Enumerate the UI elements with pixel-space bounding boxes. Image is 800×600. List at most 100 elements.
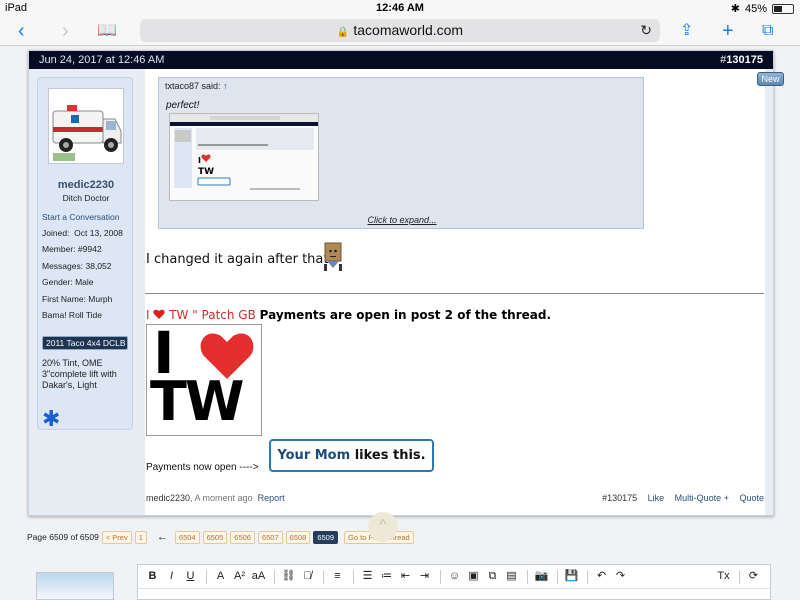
toggle-bbcode-icon[interactable]: ⟳ [745, 568, 762, 585]
remove-format-icon[interactable]: Tx [715, 568, 732, 585]
report-link[interactable]: Report [258, 493, 285, 503]
member-label: Member: [42, 244, 76, 254]
signature-link-prefix[interactable]: I [146, 308, 150, 322]
insert-icon[interactable]: ▤ [503, 568, 520, 585]
share-icon[interactable]: ⇪ [680, 19, 693, 43]
indent-icon[interactable]: ⇥ [416, 568, 433, 585]
firstname-value: Murph [88, 294, 113, 304]
bold-button[interactable]: B [144, 568, 161, 585]
battery-percent: 45% [744, 2, 767, 15]
joined-label: Joined: [42, 228, 70, 238]
url-text: tacomaworld.com [353, 22, 464, 38]
quote-attribution: txtaco87 said: ↑ [165, 81, 228, 91]
gender-value: Male [75, 277, 94, 287]
toolbar-separator [739, 569, 740, 584]
post-number[interactable]: #130175 [720, 51, 763, 69]
firstname-row: First Name: Murph [42, 294, 112, 304]
your-mom-likes-badge[interactable]: Your Mom likes this. [269, 439, 434, 472]
scroll-to-top-button[interactable]: ^ [368, 512, 398, 542]
page-button[interactable]: 6506 [230, 530, 255, 544]
first-page-button[interactable]: 1 [134, 530, 147, 544]
current-page-button[interactable]: 6509 [313, 530, 339, 544]
tabs-icon[interactable]: ⧉ [762, 19, 773, 43]
bullet-list-icon[interactable]: ☰ [359, 568, 376, 585]
underline-button[interactable]: U [182, 568, 199, 585]
signature-link-text[interactable]: TW " Patch GB [165, 308, 259, 322]
clock: 12:46 AM [376, 2, 424, 14]
signature-bold-text: Payments are open in post 2 of the threa… [259, 308, 552, 322]
like-link[interactable]: Like [648, 493, 665, 503]
toolbar-separator [557, 569, 558, 584]
page-jump-arrow[interactable]: ← [157, 531, 168, 543]
redo-icon[interactable]: ↷ [612, 568, 629, 585]
start-conversation-link[interactable]: Start a Conversation [42, 212, 119, 222]
i-heart-tw-image[interactable]: I TW [146, 319, 262, 436]
likes-this-text: likes this. [350, 448, 426, 463]
bookmarks-icon[interactable]: 📖 [97, 19, 117, 43]
footer-post-number[interactable]: #130175 [602, 493, 637, 503]
post-footer: medic2230, A moment ago Report #130175 Li… [145, 493, 764, 507]
reload-icon[interactable]: ↻ [640, 19, 652, 42]
chevron-up-icon: ^ [379, 517, 387, 534]
unlink-icon[interactable]: ⛓̸ [299, 568, 316, 585]
italic-button[interactable]: I [163, 568, 180, 585]
page-info: Page 6509 of 6509 [27, 532, 99, 542]
forum-post: Jun 24, 2017 at 12:46 AM #130175 medic22… [28, 50, 774, 516]
numbered-list-icon[interactable]: ≔ [378, 568, 395, 585]
prev-page-button[interactable]: < Prev [101, 530, 132, 544]
smilie-icon[interactable]: ☺ [446, 568, 463, 585]
page-button[interactable]: 6504 [174, 530, 200, 544]
back-icon[interactable]: ‹ [18, 19, 25, 43]
browser-toolbar: ‹ › 📖 🔒 tacomaworld.com ↻ ⇪ + ⧉ [0, 16, 800, 46]
post-header: Jun 24, 2017 at 12:46 AM #130175 [29, 51, 773, 69]
font-family-button[interactable]: aA [250, 568, 267, 585]
user-info-panel: medic2230 Ditch Doctor Start a Conversat… [37, 77, 133, 430]
location: Bama! Roll Tide [42, 310, 102, 320]
undo-icon[interactable]: ↶ [593, 568, 610, 585]
toolbar-separator [587, 569, 588, 584]
image-icon[interactable]: ▣ [465, 568, 482, 585]
paper-bag-smiley-icon [324, 242, 342, 271]
post-date: Jun 24, 2017 at 12:46 AM [39, 54, 165, 66]
member-value: #9942 [77, 244, 102, 254]
new-tab-icon[interactable]: + [722, 19, 734, 43]
save-draft-icon[interactable]: 💾 [563, 568, 580, 585]
member-row: Member: #9942 [42, 244, 102, 254]
align-icon[interactable]: ≡ [329, 568, 346, 585]
quote-block: txtaco87 said: ↑ perfect! I TW Click to … [158, 77, 644, 229]
page-button[interactable]: 6508 [285, 530, 311, 544]
quote-link[interactable]: Quote [739, 493, 764, 503]
address-bar[interactable]: 🔒 tacomaworld.com ↻ [140, 19, 660, 42]
toolbar-separator [440, 569, 441, 584]
battery-icon [772, 3, 794, 14]
toolbar-separator [274, 569, 275, 584]
ambulance-avatar-image [49, 89, 123, 163]
gender-row: Gender: Male [42, 277, 94, 287]
page-button[interactable]: 6507 [257, 530, 283, 544]
forward-icon[interactable]: › [62, 19, 69, 43]
font-size-button[interactable]: A² [231, 568, 248, 585]
star-of-life-icon: ✱ [42, 406, 61, 431]
gender-label: Gender: [42, 277, 73, 287]
post-message: I changed it again after that. [146, 252, 333, 267]
avatar[interactable] [48, 88, 124, 164]
lock-icon: 🔒 [336, 27, 350, 38]
camera-icon[interactable]: 📷 [533, 568, 550, 585]
link-icon[interactable]: ⛓ [280, 568, 297, 585]
click-to-expand-link[interactable]: Click to expand... [159, 215, 645, 225]
quoted-screenshot-thumbnail[interactable]: I TW [169, 113, 319, 201]
media-icon[interactable]: ⧉ [484, 568, 501, 585]
outdent-icon[interactable]: ⇤ [397, 568, 414, 585]
toolbar-separator [206, 569, 207, 584]
page-button[interactable]: 6505 [202, 530, 228, 544]
your-mom-link[interactable]: Your Mom [277, 448, 350, 463]
reply-editor[interactable]: B I U A A² aA ⛓ ⛓̸ ≡ ☰ ≔ ⇤ ⇥ ☺ ▣ ⧉ ▤ 📷 💾 [137, 564, 771, 600]
toolbar-separator [527, 569, 528, 584]
quote-jump-arrow[interactable]: ↑ [223, 81, 228, 91]
text-color-button[interactable]: A [212, 568, 229, 585]
multi-quote-link[interactable]: Multi-Quote + [675, 493, 729, 503]
footer-author-block: medic2230, A moment ago Report [146, 493, 285, 503]
username[interactable]: medic2230 [38, 179, 134, 191]
joined-row: Joined: Oct 13, 2008 [42, 228, 123, 238]
footer-author[interactable]: medic2230 [146, 493, 190, 503]
